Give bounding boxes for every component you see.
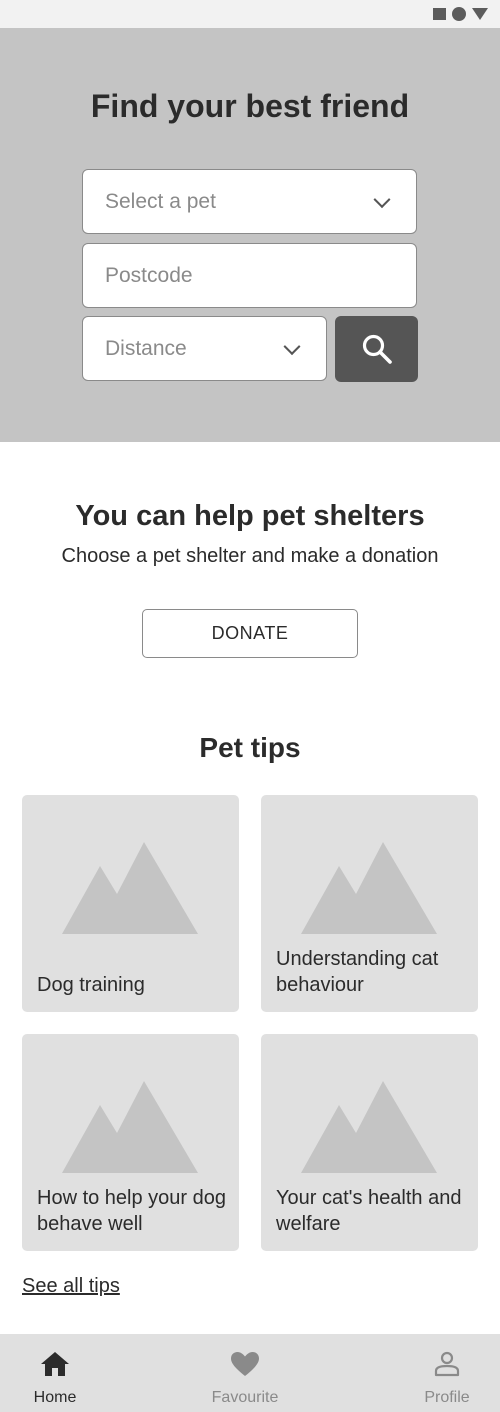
tip-card-label: Dog training [37, 974, 145, 996]
home-icon [41, 1352, 69, 1376]
nav-label-profile: Profile [424, 1389, 470, 1406]
tip-card-label: Your cat's health and welfare [276, 1187, 462, 1235]
person-icon [434, 1351, 460, 1377]
help-title: You can help pet shelters [75, 500, 425, 532]
nav-label-favourite: Favourite [211, 1389, 279, 1406]
nav-item-home[interactable]: Home [0, 1334, 110, 1412]
see-all-tips-link[interactable]: See all tips [22, 1275, 120, 1298]
tip-card-label: How to help your dog behave well [37, 1187, 227, 1235]
chevron-down-icon [373, 190, 391, 208]
tip-card-dog-behave[interactable]: How to help your dog behave well [22, 1034, 239, 1251]
donate-button[interactable]: DONATE [142, 609, 358, 658]
status-bar [0, 0, 500, 28]
distance-dropdown[interactable]: Distance [82, 316, 327, 381]
tip-card-label: Understanding cat behaviour [276, 948, 439, 996]
image-placeholder-icon [301, 842, 437, 934]
image-placeholder-icon [62, 1081, 198, 1173]
select-pet-dropdown[interactable]: Select a pet [82, 169, 417, 234]
select-pet-placeholder: Select a pet [105, 189, 216, 213]
chevron-down-icon [283, 337, 301, 355]
battery-icon [472, 8, 488, 20]
help-subtitle: Choose a pet shelter and make a donation [61, 545, 439, 567]
image-placeholder-icon [62, 842, 198, 934]
postcode-input[interactable]: Postcode [82, 243, 417, 308]
heart-icon [231, 1352, 259, 1376]
status-icons [433, 7, 488, 21]
distance-placeholder: Distance [105, 336, 187, 360]
search-hero: Find your best friend Select a pet Postc… [0, 28, 500, 442]
signal-icon [433, 8, 446, 20]
nav-item-profile[interactable]: Profile [392, 1334, 500, 1412]
tip-card-dog-training[interactable]: Dog training [22, 795, 239, 1012]
nav-label-home: Home [33, 1389, 77, 1406]
search-icon [362, 334, 392, 364]
search-button[interactable] [335, 316, 418, 382]
bottom-nav: Home Favourite Profile [0, 1334, 500, 1412]
tip-card-cat-health[interactable]: Your cat's health and welfare [261, 1034, 478, 1251]
postcode-placeholder: Postcode [105, 263, 193, 287]
wifi-icon [452, 7, 466, 21]
tips-title: Pet tips [199, 732, 301, 763]
tip-card-cat-behaviour[interactable]: Understanding cat behaviour [261, 795, 478, 1012]
hero-title: Find your best friend [90, 88, 410, 124]
nav-item-favourite[interactable]: Favourite [190, 1334, 300, 1412]
image-placeholder-icon [301, 1081, 437, 1173]
